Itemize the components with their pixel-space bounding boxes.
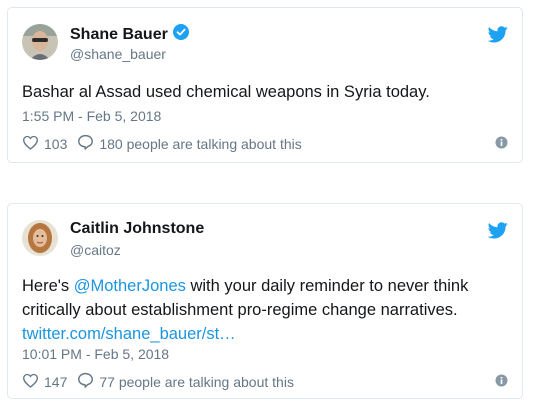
tweet-timestamp[interactable]: 1:55 PM - Feb 5, 2018 [22,108,161,124]
author-name[interactable]: Shane Bauer [70,24,189,45]
tweet-text: Here's @MotherJones with your daily remi… [22,274,508,346]
tweet-text: Bashar al Assad used chemical weapons in… [22,83,430,101]
tweet-url-link[interactable]: twitter.com/shane_bauer/st… [22,325,236,343]
tweet-actions: 103 180 people are talking about this [22,134,508,153]
talking-count: 180 people are talking about this [99,135,302,152]
reply-button[interactable]: 180 people are talking about this [77,134,302,153]
avatar[interactable] [22,220,58,256]
like-button[interactable]: 147 [22,373,67,391]
comment-icon [77,134,94,153]
author-name[interactable]: Caitlin Johnstone [70,220,204,238]
tweet-text-line2: critically about establishment pro-regim… [22,301,458,319]
tweet-text-line1-rest: with your daily reminder to never think [185,277,469,295]
mention-link[interactable]: @MotherJones [74,277,186,295]
twitter-bird-icon[interactable] [487,26,508,43]
tweet-text-prefix: Here's [22,277,74,295]
tweet-actions: 147 77 people are talking about this [22,372,508,391]
like-count: 103 [44,135,68,152]
tweet-card-1: Shane Bauer @shane_bauer Bashar al Assad… [7,7,523,163]
comment-icon [77,372,94,391]
heart-icon [22,373,39,391]
info-icon[interactable] [495,374,508,387]
like-button[interactable]: 103 [22,135,67,153]
avatar[interactable] [22,24,58,60]
twitter-bird-icon[interactable] [487,222,508,239]
heart-icon [22,135,39,153]
tweet-timestamp[interactable]: 10:01 PM - Feb 5, 2018 [22,346,169,362]
author-name-text[interactable]: Shane Bauer [70,26,168,44]
verified-icon [172,24,189,45]
reply-button[interactable]: 77 people are talking about this [77,372,294,391]
info-icon[interactable] [495,136,508,149]
talking-count: 77 people are talking about this [99,373,294,390]
like-count: 147 [44,373,68,390]
author-handle[interactable]: @shane_bauer [70,46,166,62]
author-name-text[interactable]: Caitlin Johnstone [70,220,204,238]
tweet-card-2: Caitlin Johnstone @caitoz Here's @Mother… [7,203,523,399]
author-handle[interactable]: @caitoz [70,242,121,258]
